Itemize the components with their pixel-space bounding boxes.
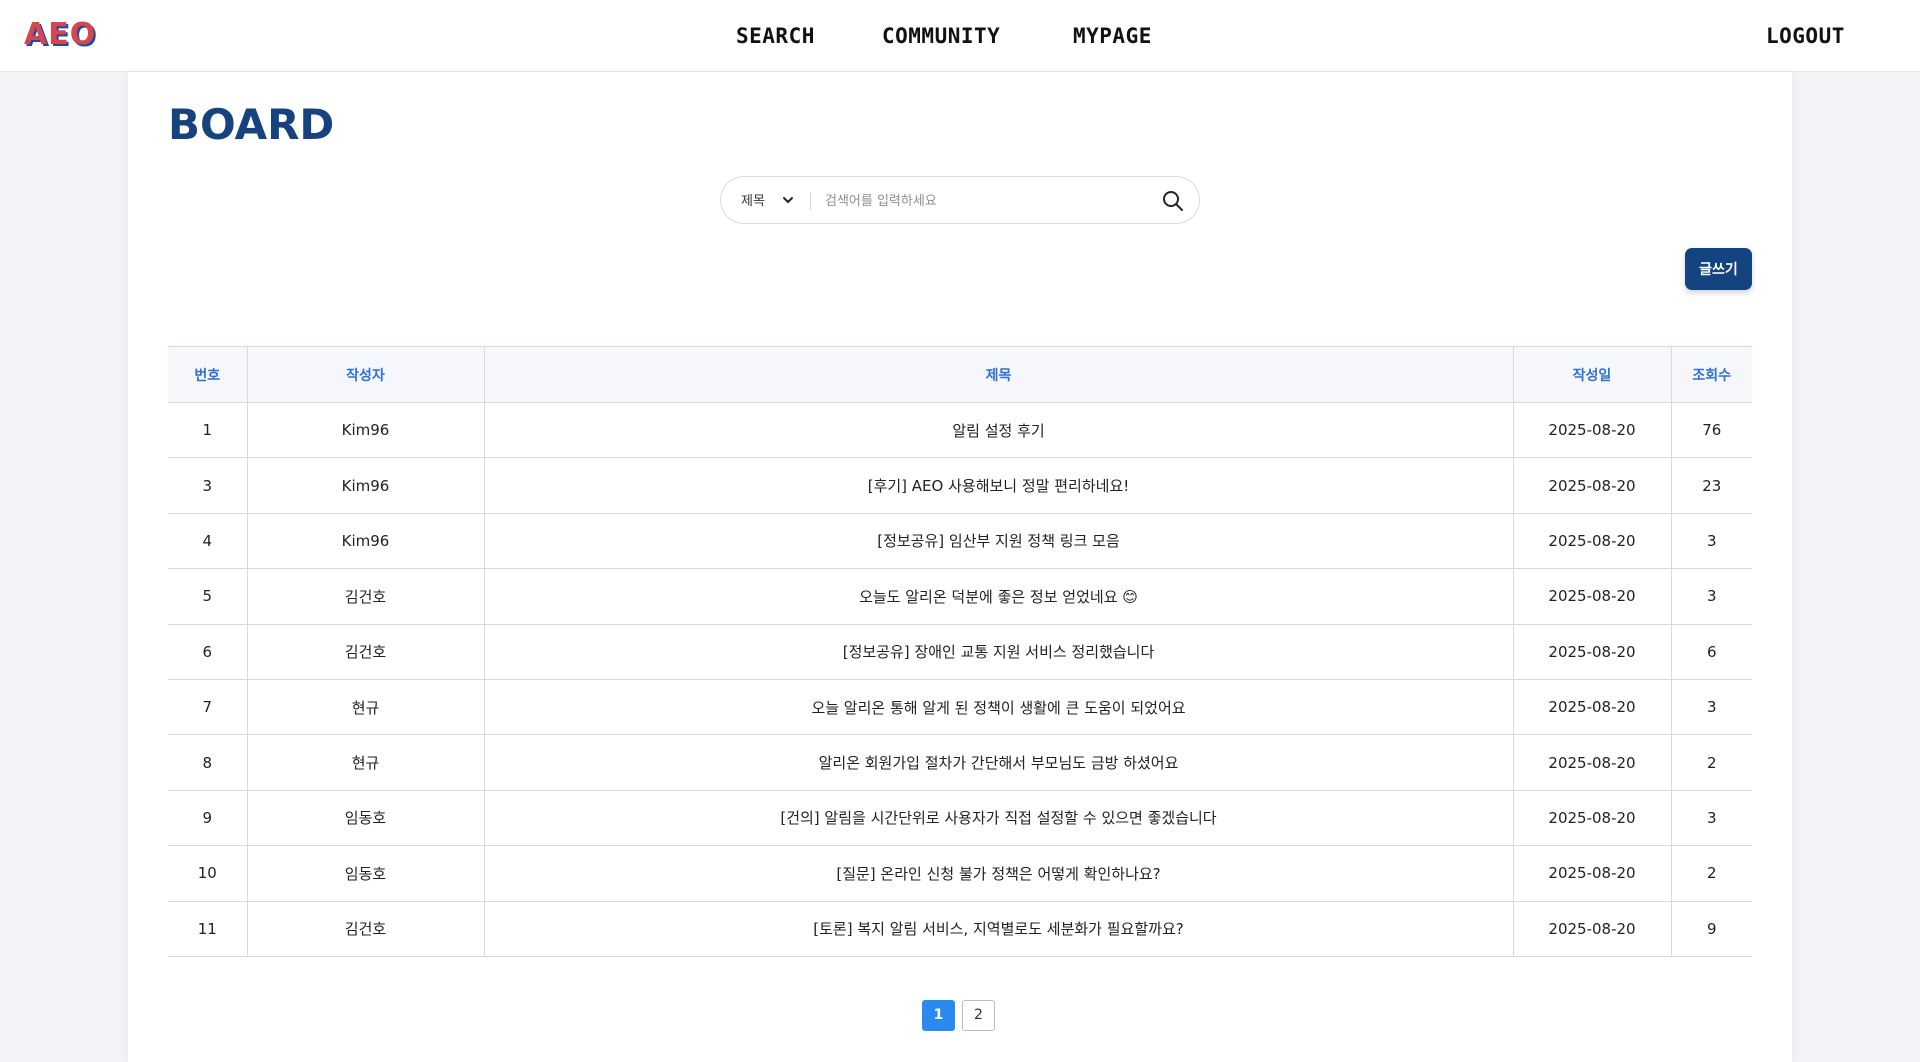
- cell-number: 4: [168, 513, 247, 570]
- cell-author: Kim96: [246, 457, 484, 514]
- top-navigation-bar: AEO SEARCH COMMUNITY MYPAGE LOGOUT: [0, 0, 1920, 72]
- cell-views: 2: [1670, 734, 1752, 791]
- cell-views: 3: [1670, 513, 1752, 570]
- chevron-down-icon[interactable]: [781, 193, 795, 207]
- cell-date: 2025-08-20: [1512, 624, 1671, 680]
- cell-date: 2025-08-20: [1512, 513, 1671, 570]
- nav-community[interactable]: COMMUNITY: [882, 24, 1000, 48]
- cell-date: 2025-08-20: [1512, 790, 1671, 847]
- cell-number: 8: [168, 734, 247, 791]
- table-header-row: 번호 작성자 제목 작성일 조회수: [168, 346, 1752, 403]
- column-header-date: 작성일: [1512, 346, 1671, 403]
- column-header-title: 제목: [483, 346, 1513, 403]
- cell-views: 2: [1670, 845, 1752, 902]
- cell-author: 김건호: [246, 624, 484, 680]
- cell-date: 2025-08-20: [1512, 901, 1671, 957]
- page-title: BOARD: [168, 100, 335, 149]
- table-row[interactable]: 9 임동호 [건의] 알림을 시간단위로 사용자가 직접 설정할 수 있으면 좋겠습…: [168, 790, 1752, 847]
- cell-number: 11: [168, 901, 247, 957]
- column-header-author: 작성자: [246, 346, 484, 403]
- cell-author: 현규: [246, 679, 484, 736]
- main-nav: SEARCH COMMUNITY MYPAGE LOGOUT: [0, 24, 1920, 50]
- table-row[interactable]: 6 김건호 [정보공유] 장애인 교통 지원 서비스 정리했습니다 2025-08-2…: [168, 624, 1752, 680]
- write-post-button[interactable]: 글쓰기: [1685, 248, 1752, 290]
- column-header-number: 번호: [168, 346, 247, 403]
- cell-title[interactable]: 알리온 회원가입 절차가 간단해서 부모님도 금방 하셨어요: [483, 734, 1513, 791]
- cell-date: 2025-08-20: [1512, 734, 1671, 791]
- cell-number: 10: [168, 845, 247, 902]
- cell-views: 3: [1670, 679, 1752, 736]
- cell-title[interactable]: 오늘도 알리온 덕분에 좋은 정보 얻었네요 😊: [483, 568, 1513, 625]
- cell-title[interactable]: [후기] AEO 사용해보니 정말 편리하네요!: [483, 457, 1513, 514]
- cell-views: 3: [1670, 790, 1752, 847]
- cell-date: 2025-08-20: [1512, 402, 1671, 459]
- cell-views: 6: [1670, 624, 1752, 680]
- table-row[interactable]: 4 Kim96 [정보공유] 임산부 지원 정책 링크 모음 2025-08-20 3: [168, 513, 1752, 570]
- board-card: BOARD 제목 글쓰기 번호 작성자 제목 작성일 조회수: [128, 72, 1792, 1062]
- cell-number: 5: [168, 568, 247, 625]
- cell-date: 2025-08-20: [1512, 568, 1671, 625]
- cell-author: 임동호: [246, 845, 484, 902]
- board-table: 번호 작성자 제목 작성일 조회수 1 Kim96 알림 설정 후기 2025-08-…: [168, 346, 1752, 957]
- board-table-body: 1 Kim96 알림 설정 후기 2025-08-20 76 3 Kim96 [후기] AEO…: [168, 402, 1752, 957]
- cell-title[interactable]: [질문] 온라인 신청 불가 정책은 어떻게 확인하나요?: [483, 845, 1513, 902]
- cell-date: 2025-08-20: [1512, 845, 1671, 902]
- search-icon[interactable]: [1161, 189, 1185, 213]
- table-row[interactable]: 7 현규 오늘 알리온 통해 알게 된 정책이 생활에 큰 도움이 되었어요 2025…: [168, 679, 1752, 736]
- table-row[interactable]: 8 현규 알리온 회원가입 절차가 간단해서 부모님도 금방 하셨어요 2025-08…: [168, 734, 1752, 791]
- cell-number: 1: [168, 402, 247, 459]
- cell-number: 3: [168, 457, 247, 514]
- cell-title[interactable]: 오늘 알리온 통해 알게 된 정책이 생활에 큰 도움이 되었어요: [483, 679, 1513, 736]
- cell-number: 6: [168, 624, 247, 680]
- search-divider: [810, 192, 811, 210]
- table-row[interactable]: 1 Kim96 알림 설정 후기 2025-08-20 76: [168, 402, 1752, 459]
- cell-author: Kim96: [246, 513, 484, 570]
- cell-title[interactable]: [토론] 복지 알림 서비스, 지역별로도 세분화가 필요할까요?: [483, 901, 1513, 957]
- page-button-2[interactable]: 2: [962, 1000, 995, 1031]
- cell-title[interactable]: [정보공유] 임산부 지원 정책 링크 모음: [483, 513, 1513, 570]
- cell-title[interactable]: 알림 설정 후기: [483, 402, 1513, 459]
- nav-search[interactable]: SEARCH: [736, 24, 815, 48]
- search-bar: 제목: [720, 176, 1200, 224]
- cell-views: 23: [1670, 457, 1752, 514]
- table-row[interactable]: 11 김건호 [토론] 복지 알림 서비스, 지역별로도 세분화가 필요할까요? 20…: [168, 901, 1752, 957]
- table-row[interactable]: 10 임동호 [질문] 온라인 신청 불가 정책은 어떻게 확인하나요? 2025-0…: [168, 845, 1752, 902]
- column-header-views: 조회수: [1670, 346, 1752, 403]
- table-row[interactable]: 3 Kim96 [후기] AEO 사용해보니 정말 편리하네요! 2025-08-20…: [168, 457, 1752, 514]
- search-input[interactable]: [825, 186, 1145, 216]
- cell-number: 9: [168, 790, 247, 847]
- cell-views: 76: [1670, 402, 1752, 459]
- cell-author: Kim96: [246, 402, 484, 459]
- cell-date: 2025-08-20: [1512, 679, 1671, 736]
- cell-author: 임동호: [246, 790, 484, 847]
- page-button-1[interactable]: 1: [922, 1000, 955, 1031]
- logout-link[interactable]: LOGOUT: [1766, 24, 1845, 48]
- search-type-select[interactable]: 제목: [741, 190, 765, 209]
- cell-title[interactable]: [정보공유] 장애인 교통 지원 서비스 정리했습니다: [483, 624, 1513, 680]
- cell-title[interactable]: [건의] 알림을 시간단위로 사용자가 직접 설정할 수 있으면 좋겠습니다: [483, 790, 1513, 847]
- nav-mypage[interactable]: MYPAGE: [1073, 24, 1152, 48]
- cell-views: 3: [1670, 568, 1752, 625]
- table-row[interactable]: 5 김건호 오늘도 알리온 덕분에 좋은 정보 얻었네요 😊 2025-08-20 3: [168, 568, 1752, 625]
- cell-author: 현규: [246, 734, 484, 791]
- cell-number: 7: [168, 679, 247, 736]
- cell-author: 김건호: [246, 901, 484, 957]
- cell-author: 김건호: [246, 568, 484, 625]
- cell-views: 9: [1670, 901, 1752, 957]
- cell-date: 2025-08-20: [1512, 457, 1671, 514]
